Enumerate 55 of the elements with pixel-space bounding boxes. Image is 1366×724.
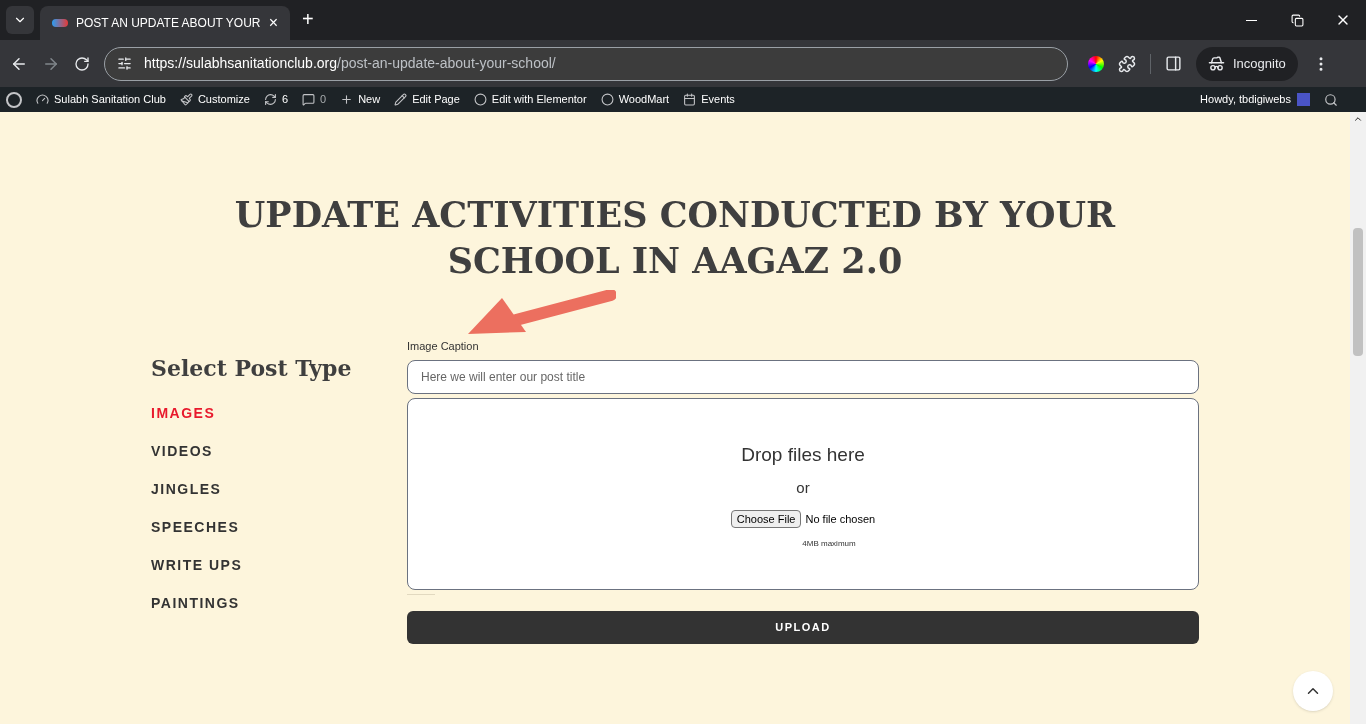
drop-title: Drop files here	[741, 442, 865, 467]
search-icon[interactable]	[1324, 92, 1338, 107]
pencil-icon	[394, 93, 408, 106]
admin-bar-item[interactable]: Events	[683, 91, 735, 108]
post-type-link[interactable]: PAINTINGS	[151, 593, 357, 613]
post-type-link[interactable]: JINGLES	[151, 479, 357, 499]
browser-tab[interactable]: POST AN UPDATE ABOUT YOUR ×	[40, 6, 290, 40]
restore-icon	[1290, 13, 1304, 27]
extensions-icon[interactable]	[1118, 54, 1136, 73]
admin-bar-item[interactable]: Edit with Elementor	[473, 91, 587, 108]
post-type-link[interactable]: VIDEOS	[151, 441, 357, 461]
scroll-up-icon[interactable]	[1353, 114, 1363, 124]
size-limit: 4MB maximum	[802, 538, 856, 550]
admin-bar-item[interactable]: 6	[263, 91, 288, 108]
scrollbar-thumb[interactable]	[1353, 228, 1363, 356]
address-bar[interactable]: https://sulabhsanitationclub.org/post-an-update-about-your-school/	[104, 46, 1068, 81]
caption-input-field[interactable]: Here we will enter our post title	[407, 359, 1199, 394]
admin-bar-item[interactable]: WoodMart	[600, 91, 670, 108]
admin-greeting[interactable]: Howdy, tbdigiwebs	[1200, 91, 1291, 108]
close-tab-button[interactable]: ×	[268, 11, 278, 35]
choose-file-button[interactable]: Choose File	[730, 509, 802, 528]
paintbrush-icon	[179, 93, 193, 106]
site-info-icon[interactable]	[117, 56, 132, 71]
admin-bar-item[interactable]: New	[340, 91, 381, 108]
minimize-icon	[1245, 19, 1257, 21]
gauge-icon	[36, 93, 49, 106]
page-heading: UPDATE ACTIVITIES CONDUCTED BY YOUR SCHOOL IN AAGAZ 2.0	[233, 193, 1117, 283]
admin-bar-item[interactable]: 0	[302, 91, 327, 108]
upload-button[interactable]: UPLOAD	[407, 610, 1199, 644]
plus-icon	[340, 93, 354, 106]
new-tab-button[interactable]: +	[302, 4, 314, 34]
post-type-link[interactable]: IMAGES	[151, 403, 357, 423]
avatar-icon	[1297, 93, 1310, 106]
side-panel-icon[interactable]	[1165, 55, 1182, 72]
or-text: or	[796, 478, 810, 498]
refresh-icon	[263, 93, 277, 106]
site-favicon-icon	[52, 19, 68, 27]
url-text: https://sulabhsanitationclub.org/post-an-update-about-your-school/	[144, 54, 556, 73]
file-drop-zone[interactable]: Drop files here or Choose File No file chosen 4MB maximum	[407, 397, 1199, 590]
comment-icon	[302, 93, 315, 106]
admin-bar-item[interactable]: Sulabh Sanitation Club	[36, 91, 166, 108]
tab-title: POST AN UPDATE ABOUT YOUR	[76, 15, 261, 32]
post-type-link[interactable]: WRITE UPS	[151, 555, 357, 575]
incognito-badge[interactable]: Incognito	[1196, 46, 1298, 81]
admin-bar-item[interactable]: Edit Page	[394, 91, 460, 108]
wordpress-logo-icon[interactable]	[6, 91, 22, 108]
file-status: No file chosen	[805, 511, 876, 527]
tab-list-button[interactable]	[6, 6, 34, 34]
color-wheel-icon[interactable]	[1088, 55, 1104, 72]
post-type-link[interactable]: SPEECHES	[151, 517, 357, 537]
reload-icon[interactable]	[74, 55, 90, 72]
admin-bar-item[interactable]: Customize	[179, 91, 250, 108]
sidebar-title: Select Post Type	[151, 354, 353, 383]
field-label: Image Caption	[407, 339, 480, 354]
calendar-icon	[683, 93, 697, 106]
